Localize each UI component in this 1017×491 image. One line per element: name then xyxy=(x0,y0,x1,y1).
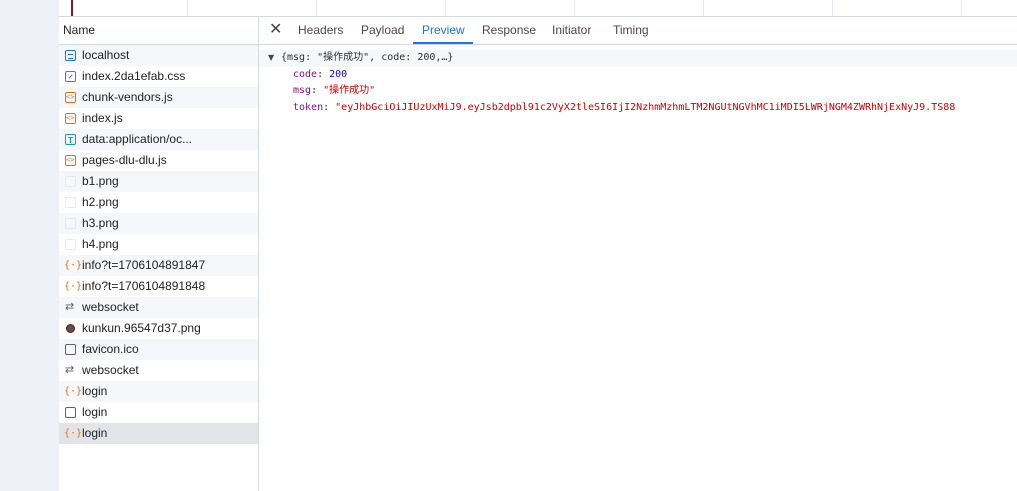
json-colon: : xyxy=(311,85,324,96)
request-row[interactable]: data:application/oc... xyxy=(59,129,258,150)
timeline-gridline xyxy=(574,0,575,16)
request-row[interactable]: h4.png xyxy=(59,234,258,255)
document-icon xyxy=(65,50,76,61)
request-row[interactable]: chunk-vendors.js xyxy=(59,87,258,108)
json-value: "eyJhbGciOiJIUzUxMiJ9.eyJsb2dpbl91c2VyX2… xyxy=(335,101,956,113)
request-row[interactable]: login xyxy=(59,402,258,423)
request-row[interactable]: {·} info?t=1706104891847 xyxy=(59,255,258,276)
name-column-header[interactable]: Name xyxy=(59,17,258,45)
json-colon: : xyxy=(323,101,336,113)
request-name: login xyxy=(82,405,108,419)
request-name: pages-dlu-dlu.js xyxy=(82,153,167,167)
request-row[interactable]: b1.png xyxy=(59,171,258,192)
left-gutter xyxy=(0,0,60,491)
image-icon xyxy=(65,218,76,229)
tab-preview[interactable]: Preview xyxy=(422,17,465,44)
timeline-gridline xyxy=(187,0,188,16)
active-tab-indicator xyxy=(413,42,473,44)
script-icon xyxy=(65,108,76,129)
close-icon[interactable]: ✕ xyxy=(269,20,282,40)
request-row[interactable]: pages-dlu-dlu.js xyxy=(59,150,258,171)
xhr-icon: {·} xyxy=(64,281,83,292)
request-row[interactable]: h3.png xyxy=(59,213,258,234)
request-row[interactable]: index.js xyxy=(59,108,258,129)
request-name: data:application/oc... xyxy=(82,132,193,146)
blank-document-icon xyxy=(65,344,76,355)
request-name: index.js xyxy=(82,111,123,125)
request-name: websocket xyxy=(82,300,139,314)
websocket-icon: ⇄ xyxy=(65,301,75,313)
json-value: "操作成功" xyxy=(323,85,376,96)
tab-response[interactable]: Response xyxy=(482,17,536,44)
request-row[interactable]: {·} login xyxy=(59,381,258,402)
timeline-gridline xyxy=(445,0,446,16)
expand-arrow-icon[interactable]: ▼ xyxy=(268,50,274,67)
timeline-gridline xyxy=(703,0,704,16)
json-colon: : xyxy=(317,68,330,80)
request-name: h3.png xyxy=(82,216,119,230)
request-name: index.2da1efab.css xyxy=(82,69,186,83)
request-name: info?t=1706104891847 xyxy=(82,258,206,272)
timeline-gridline xyxy=(316,0,317,16)
request-name: favicon.ico xyxy=(82,342,139,356)
stylesheet-icon xyxy=(65,71,76,82)
websocket-icon: ⇄ xyxy=(65,364,75,376)
request-row[interactable]: {·} login xyxy=(59,423,258,444)
json-preview: ▼ {msg: "操作成功", code: 200,…} code: 200 m… xyxy=(259,45,1017,116)
timeline-gridline xyxy=(961,0,962,16)
request-name: login xyxy=(82,384,108,398)
image-icon xyxy=(65,176,76,187)
request-row[interactable]: index.2da1efab.css xyxy=(59,66,258,87)
request-row[interactable]: localhost xyxy=(59,45,258,66)
detail-tab-bar: ✕ Headers Payload Preview Response Initi… xyxy=(259,17,1017,45)
request-list: Name localhost index.2da1efab.css chunk-ve… xyxy=(59,17,259,491)
tab-payload[interactable]: Payload xyxy=(361,17,404,44)
request-name: websocket xyxy=(82,363,139,377)
script-icon xyxy=(65,87,76,108)
timeline-gridline xyxy=(832,0,833,16)
request-row[interactable]: h2.png xyxy=(59,192,258,213)
json-field-msg[interactable]: msg: "操作成功" xyxy=(259,83,1017,100)
tab-headers[interactable]: Headers xyxy=(298,17,343,44)
tab-initiator[interactable]: Initiator xyxy=(552,17,591,44)
request-name: chunk-vendors.js xyxy=(82,90,173,104)
request-rows: localhost index.2da1efab.css chunk-vendors… xyxy=(59,45,258,444)
request-name: localhost xyxy=(82,48,130,62)
timeline-cursor[interactable] xyxy=(71,0,73,16)
json-summary: {msg: "操作成功", code: 200,…} xyxy=(281,52,454,63)
json-key: code xyxy=(293,68,318,80)
json-root-node[interactable]: ▼ {msg: "操作成功", code: 200,…} xyxy=(259,50,1017,67)
xhr-icon: {·} xyxy=(64,260,83,271)
data-uri-icon xyxy=(65,130,76,150)
request-name: login xyxy=(82,426,108,440)
blank-document-icon xyxy=(65,407,76,418)
json-field-token[interactable]: token: "eyJhbGciOiJIUzUxMiJ9.eyJsb2dpbl9… xyxy=(259,100,1017,117)
tab-timing[interactable]: Timing xyxy=(613,17,649,44)
json-field-code[interactable]: code: 200 xyxy=(259,67,1017,84)
xhr-icon: {·} xyxy=(64,386,83,397)
image-thumbnail-icon xyxy=(66,324,75,333)
json-key: msg xyxy=(293,85,312,96)
network-timeline-overview[interactable] xyxy=(59,0,1017,17)
xhr-icon: {·} xyxy=(64,428,83,439)
request-name: h2.png xyxy=(82,195,119,209)
json-key: token xyxy=(293,101,324,113)
script-icon xyxy=(65,150,76,171)
json-value: 200 xyxy=(329,68,348,80)
request-row[interactable]: ⇄ websocket xyxy=(59,360,258,381)
request-row[interactable]: favicon.ico xyxy=(59,339,258,360)
request-name: info?t=1706104891848 xyxy=(82,279,206,293)
request-name: b1.png xyxy=(82,174,119,188)
request-row[interactable]: {·} info?t=1706104891848 xyxy=(59,276,258,297)
image-icon xyxy=(65,197,76,208)
image-icon xyxy=(65,239,76,250)
request-row[interactable]: kunkun.96547d37.png xyxy=(59,318,258,339)
request-name: kunkun.96547d37.png xyxy=(82,321,201,335)
request-name: h4.png xyxy=(82,237,119,251)
request-detail-panel: ✕ Headers Payload Preview Response Initi… xyxy=(259,17,1017,491)
request-row[interactable]: ⇄ websocket xyxy=(59,297,258,318)
